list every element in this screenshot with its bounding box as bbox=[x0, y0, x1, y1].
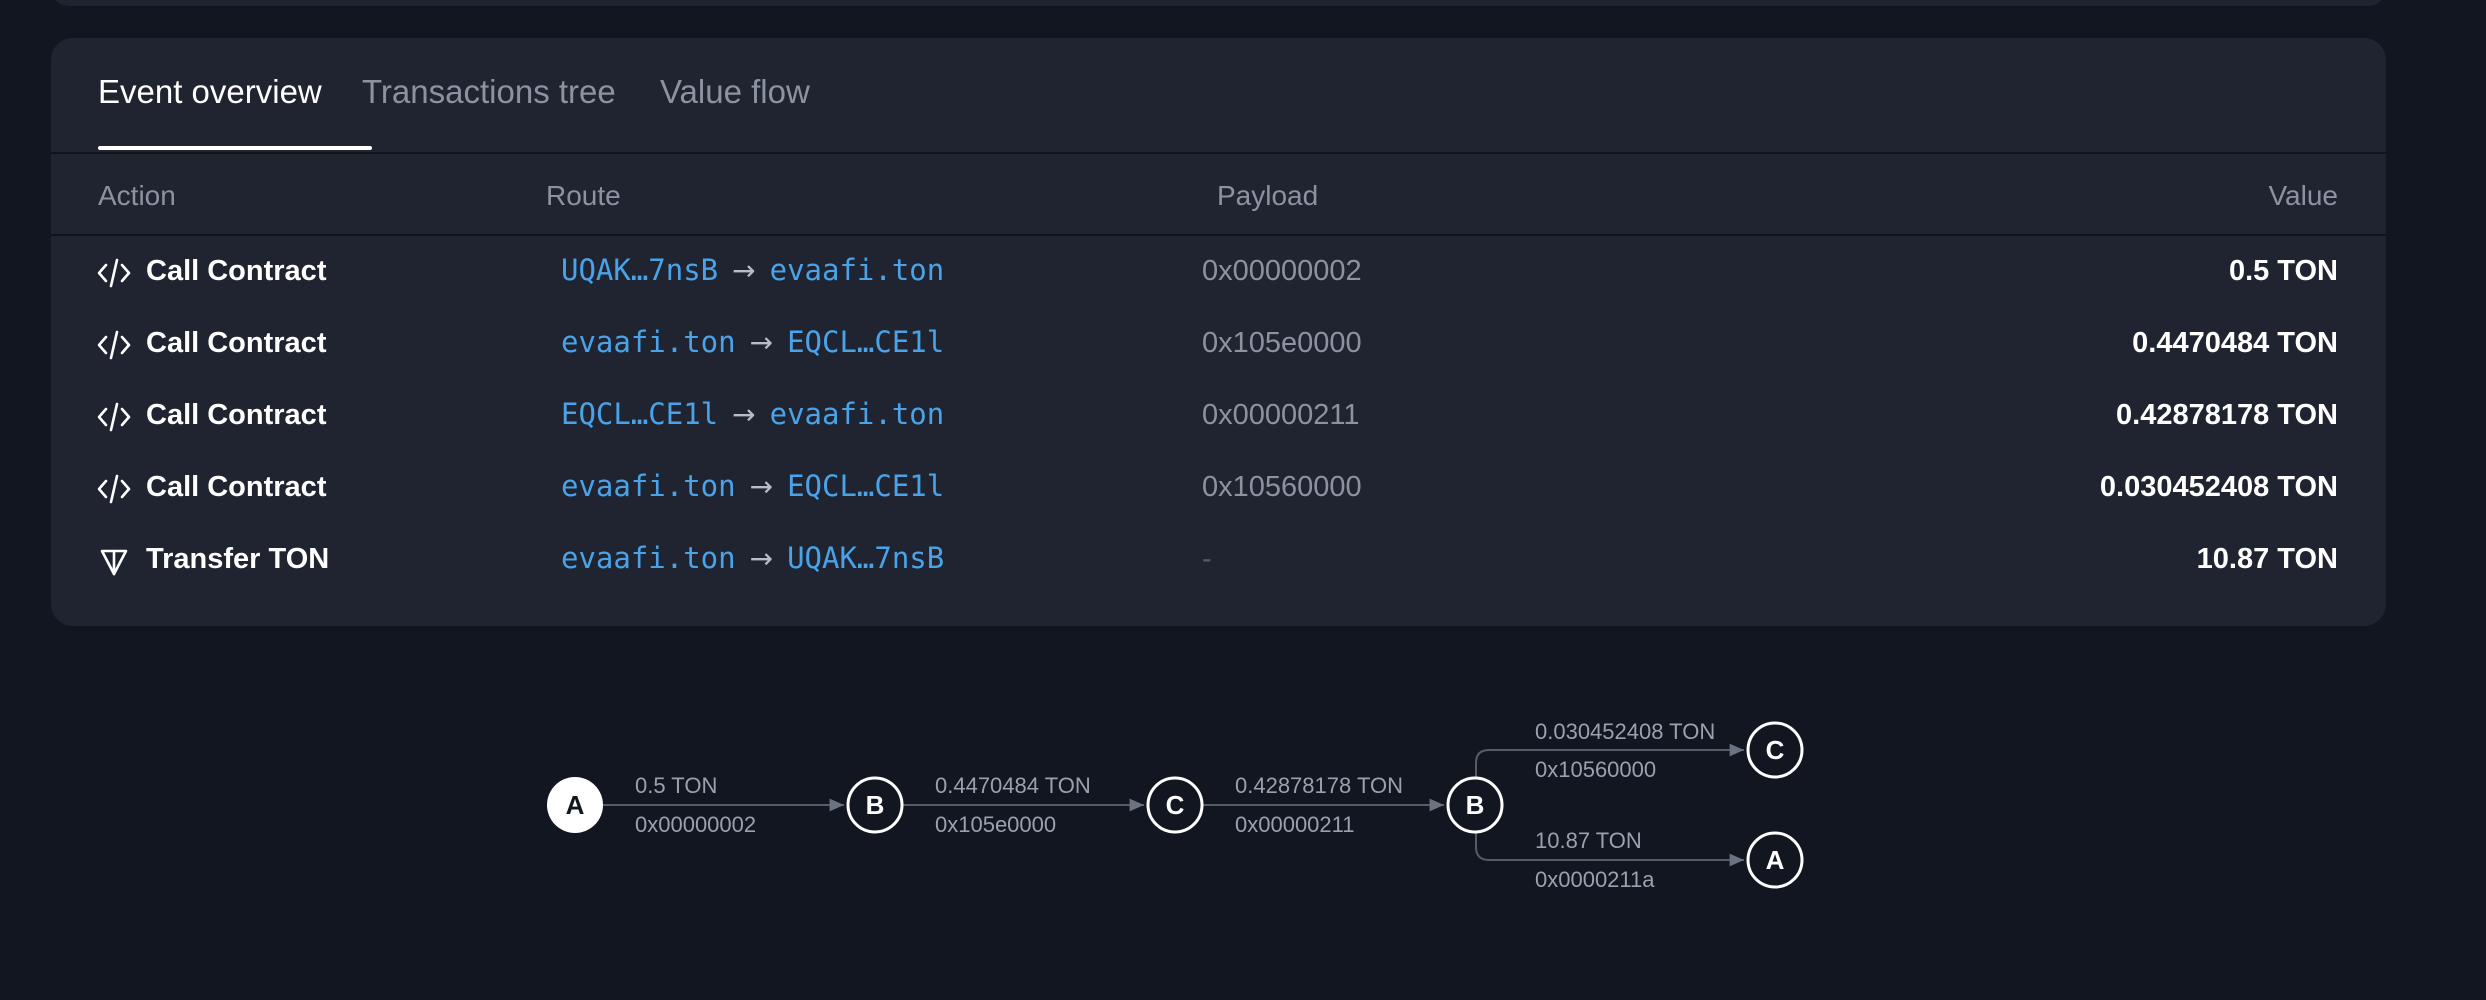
edge-payload-label: 0x00000211 bbox=[1235, 812, 1355, 837]
flow-node[interactable]: B bbox=[846, 776, 904, 834]
edge-payload-label: 0x0000211a bbox=[1535, 867, 1655, 892]
edge-amount-label: 0.030452408 TON bbox=[1535, 719, 1715, 744]
flow-node[interactable]: C bbox=[1746, 721, 1804, 779]
edge-payload-label: 0x105e0000 bbox=[935, 812, 1056, 837]
edge-amount-label: 0.5 TON bbox=[635, 773, 717, 798]
edge-payload-label: 0x10560000 bbox=[1535, 757, 1656, 782]
node-label: C bbox=[1166, 790, 1185, 820]
flow-node[interactable]: B bbox=[1446, 776, 1504, 834]
node-label: A bbox=[1766, 845, 1785, 875]
flow-node[interactable]: A bbox=[1746, 831, 1804, 889]
value-flow-diagram: 0.5 TON 0x00000002 0.4470484 TON 0x105e0… bbox=[547, 719, 1804, 892]
node-label: B bbox=[1466, 790, 1485, 820]
flow-node[interactable]: C bbox=[1146, 776, 1204, 834]
flow-node[interactable]: A bbox=[547, 777, 603, 833]
edge-amount-label: 0.4470484 TON bbox=[935, 773, 1091, 798]
edge-amount-label: 0.42878178 TON bbox=[1235, 773, 1403, 798]
node-label: A bbox=[566, 790, 585, 820]
node-label: B bbox=[866, 790, 885, 820]
node-label: C bbox=[1766, 735, 1785, 765]
edge-payload-label: 0x00000002 bbox=[635, 812, 756, 837]
edge-amount-label: 10.87 TON bbox=[1535, 828, 1642, 853]
